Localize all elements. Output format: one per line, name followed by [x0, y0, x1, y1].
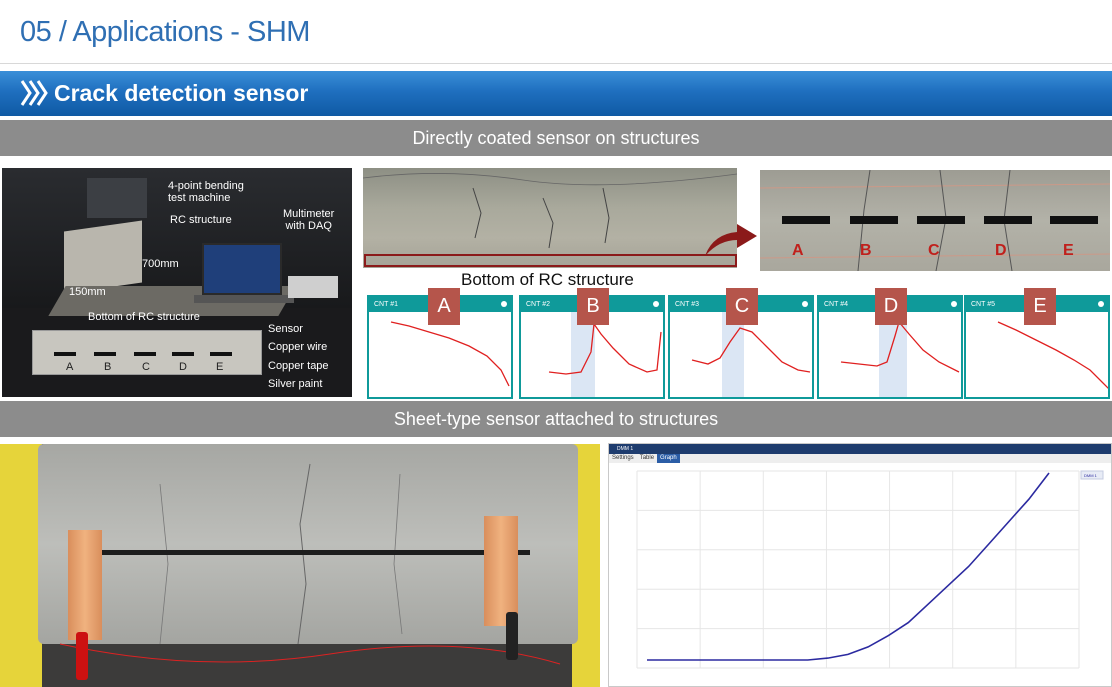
graph-window-titlebar: DMM 1	[609, 444, 1111, 454]
graph-window-title: DMM 1	[617, 446, 634, 452]
label-rc-structure: RC structure	[170, 214, 232, 226]
label-bottom-rc: Bottom of RC structure	[88, 311, 200, 323]
cnt-badge-d: D	[875, 288, 907, 325]
label-sensor: Sensor	[268, 323, 303, 335]
status-dot-icon	[951, 301, 957, 307]
beam-photo	[363, 168, 737, 268]
sensor-closeup-photo: A B C D E	[760, 170, 1110, 271]
label-multimeter: Multimeter with DAQ	[283, 208, 335, 232]
cnt-badge-a: A	[428, 288, 460, 325]
graph-tab-bar: Settings Table Graph	[609, 454, 1111, 463]
legend-label: DMM 1	[1084, 473, 1098, 478]
graph-window: DMM 1 Settings Table Graph DMM 1	[608, 443, 1112, 687]
status-dot-icon	[653, 301, 659, 307]
label-bending-machine: 4-point bending test machine	[168, 180, 244, 204]
tab-table[interactable]: Table	[637, 454, 657, 463]
tab-graph[interactable]: Graph	[657, 454, 680, 463]
arrow-right-icon	[705, 224, 757, 256]
status-dot-icon	[802, 301, 808, 307]
closeup-letter-e: E	[1063, 242, 1074, 259]
banner-title: Crack detection sensor	[54, 80, 309, 106]
label-150mm: 150mm	[69, 286, 106, 298]
label-copper-wire: Copper wire	[268, 341, 328, 353]
closeup-letter-a: A	[792, 242, 804, 259]
cnt-badge-b: B	[577, 288, 609, 325]
page-title: 05 / Applications - SHM	[20, 16, 310, 48]
top-section-band: Directly coated sensor on structures	[0, 120, 1112, 156]
title-divider	[0, 63, 1112, 64]
sheet-sensor-photo	[0, 444, 600, 687]
lab-letter-a: A	[66, 361, 74, 373]
bottom-section-band: Sheet-type sensor attached to structures	[0, 401, 1112, 437]
chevron-right-icon	[20, 80, 48, 106]
label-copper-tape: Copper tape	[268, 360, 329, 372]
resistance-line-chart: DMM 1	[636, 470, 1104, 669]
lab-letter-d: D	[179, 361, 187, 373]
lab-letter-c: C	[142, 361, 150, 373]
label-silver-paint: Silver paint	[268, 378, 323, 390]
lab-letter-e: E	[216, 361, 224, 373]
beam-caption: Bottom of RC structure	[461, 270, 634, 289]
tab-settings[interactable]: Settings	[609, 454, 637, 463]
closeup-letter-d: D	[995, 242, 1007, 259]
closeup-letter-b: B	[860, 242, 872, 259]
lab-setup-photo: 4-point bending test machine RC structur…	[2, 168, 352, 397]
cnt-badge-c: C	[726, 288, 758, 325]
label-700mm: 700mm	[142, 258, 179, 270]
status-dot-icon	[1098, 301, 1104, 307]
cnt-badge-e: E	[1024, 288, 1056, 325]
series-line	[647, 472, 1050, 661]
beam-bottom-highlight	[364, 254, 737, 267]
lab-letter-b: B	[104, 361, 112, 373]
status-dot-icon	[501, 301, 507, 307]
closeup-letter-c: C	[928, 242, 940, 259]
